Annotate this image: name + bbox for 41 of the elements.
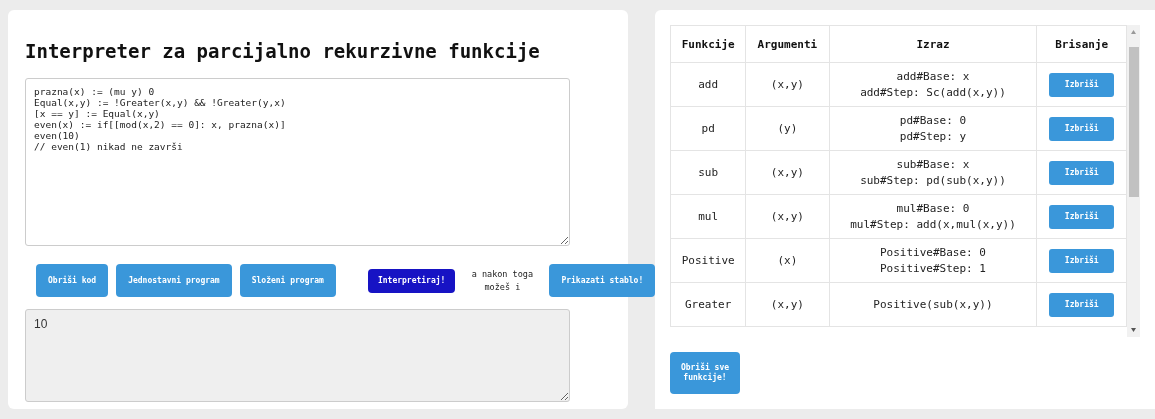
column-header: Izraz xyxy=(829,25,1037,63)
delete-button[interactable]: Izbriši xyxy=(1049,248,1115,273)
arguments-cell: (x,y) xyxy=(745,194,829,239)
scroll-up-icon[interactable] xyxy=(1130,29,1137,35)
expression-cell: Positive(sub(x,y)) xyxy=(829,282,1037,327)
function-name-cell: sub xyxy=(670,150,746,195)
expression-cell: Positive#Base: 0 Positive#Step: 1 xyxy=(829,238,1037,283)
action-button[interactable]: Složeni program xyxy=(239,264,336,297)
output-field[interactable]: 10 xyxy=(25,309,570,402)
scroll-down-icon[interactable] xyxy=(1130,327,1137,333)
delete-button[interactable]: Izbriši xyxy=(1049,204,1115,229)
expression-cell: mul#Base: 0 mul#Step: add(x,mul(x,y)) xyxy=(829,194,1037,239)
clear-all-button[interactable]: Obriši sve funkcije! xyxy=(670,352,740,394)
function-name-cell: Positive xyxy=(670,238,746,283)
arguments-cell: (x,y) xyxy=(745,282,829,327)
arguments-cell: (y) xyxy=(745,106,829,151)
code-editor[interactable]: prazna(x) := (mu y) 0 Equal(x,y) := !Greater(x,y) && !Greater(y,x) [x == y] := Equal(x,y) even(x) := if[[mod(x,2) == 0]: x, prazna(x)] even(10) // even(1) nikad ne završi xyxy=(25,78,570,246)
column-header: Brisanje xyxy=(1036,25,1127,63)
page-title: Interpreter za parcijalno rekurzivne funkcije xyxy=(25,40,541,62)
delete-button[interactable]: Izbriši xyxy=(1049,72,1115,97)
delete-button[interactable]: Izbriši xyxy=(1049,292,1115,317)
hint-text: a nakon toga možeš i xyxy=(470,267,535,294)
delete-button[interactable]: Izbriši xyxy=(1049,116,1115,141)
function-name-cell: mul xyxy=(670,194,746,239)
arguments-cell: (x) xyxy=(745,238,829,283)
action-button[interactable]: Obriši kod xyxy=(36,264,109,297)
interpret-button[interactable]: Interpretiraj! xyxy=(367,268,456,293)
expression-cell: add#Base: x add#Step: Sc(add(x,y)) xyxy=(829,62,1037,107)
function-name-cell: add xyxy=(670,62,746,107)
expression-cell: sub#Base: x sub#Step: pd(sub(x,y)) xyxy=(829,150,1037,195)
delete-button[interactable]: Izbriši xyxy=(1049,160,1115,185)
scrollbar[interactable] xyxy=(1127,25,1140,337)
arguments-cell: (x,y) xyxy=(745,150,829,195)
action-button[interactable]: Jednostavni program xyxy=(116,264,232,297)
expression-cell: pd#Base: 0 pd#Step: y xyxy=(829,106,1037,151)
arguments-cell: (x,y) xyxy=(745,62,829,107)
column-header: Argumenti xyxy=(745,25,829,63)
column-header: Funkcije xyxy=(670,25,746,63)
function-name-cell: pd xyxy=(670,106,746,151)
action-button[interactable]: Prikazati stablo! xyxy=(549,264,656,297)
function-name-cell: Greater xyxy=(670,282,746,327)
